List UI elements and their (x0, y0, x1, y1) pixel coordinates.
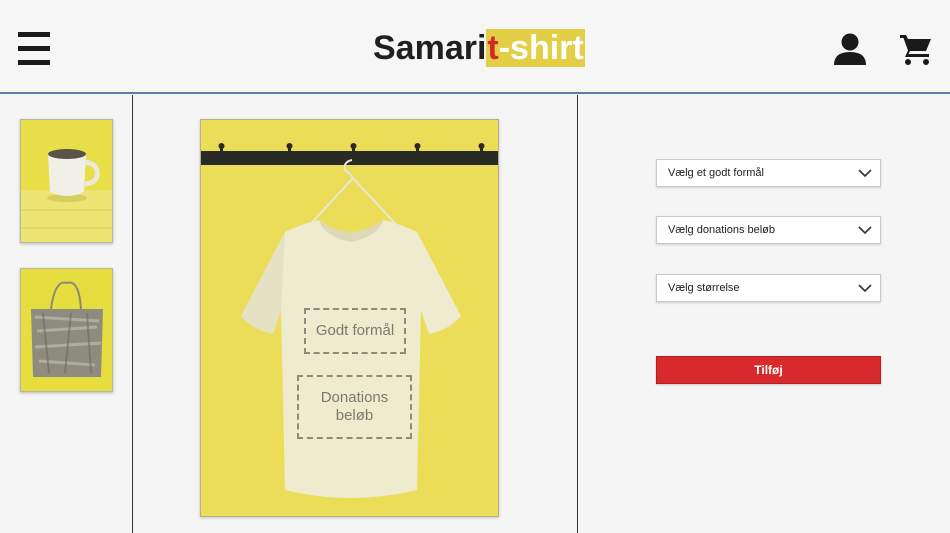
donation-select-value: Vælg donations beløb (668, 224, 776, 236)
add-button[interactable]: Tilføj (656, 356, 881, 384)
zone-purpose: Godt formål (304, 308, 406, 354)
logo-highlight: t-shirt (486, 29, 585, 67)
size-select[interactable]: Vælg størrelse (656, 274, 881, 302)
product-image: Godt formål Donations beløb (200, 119, 499, 517)
site-header: Samarit-shirt (0, 0, 950, 94)
chevron-down-icon (858, 284, 872, 293)
cart-icon[interactable] (898, 32, 934, 66)
tote-bag-image (21, 269, 112, 391)
divider-right (577, 95, 578, 533)
site-logo[interactable]: Samarit-shirt (373, 28, 585, 68)
thumbnail-tote-bag[interactable] (20, 268, 113, 392)
size-select-value: Vælg størrelse (668, 282, 740, 294)
zone-donation-line1: Donations (320, 389, 389, 406)
chevron-down-icon (858, 226, 872, 235)
purpose-select[interactable]: Vælg et godt formål (656, 159, 881, 187)
purpose-select-value: Vælg et godt formål (668, 167, 764, 179)
chevron-down-icon (858, 169, 872, 178)
zone-donation-line2: beløb (335, 407, 374, 424)
logo-text: Samari (373, 29, 487, 67)
thumbnail-mug[interactable] (20, 119, 113, 243)
donation-select[interactable]: Vælg donations beløb (656, 216, 881, 244)
zone-donation: Donations beløb (297, 375, 412, 439)
divider-left (132, 95, 133, 533)
mug-image (21, 120, 112, 242)
menu-icon[interactable] (18, 30, 52, 66)
user-icon[interactable] (832, 32, 868, 66)
